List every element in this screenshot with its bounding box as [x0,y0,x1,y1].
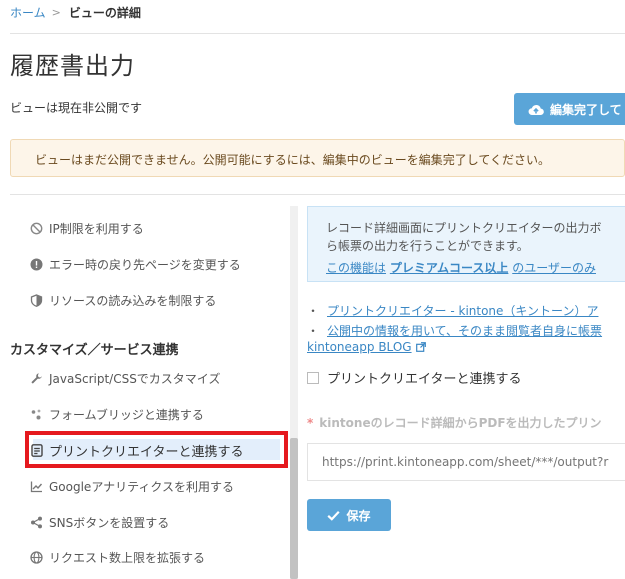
sidebar-item-label: IP制限を利用する [49,221,144,236]
sidebar-item-google-analytics[interactable]: Googleアナリティクスを利用する [30,476,234,496]
sidebar-item-label: プリントクリエイターと連携する [49,444,244,460]
bullet: ・ [307,303,320,318]
check-icon [327,510,341,521]
info-line-1: レコード詳細画面にプリントクリエイターの出力ボ [326,221,602,235]
breadcrumb: ホーム > ビューの詳細 [10,4,141,21]
section-divider [10,194,625,195]
feature-info-box: レコード詳細画面にプリントクリエイターの出力ボ ら帳票の出力を行うことができます… [307,206,625,282]
premium-course-link[interactable]: プレミアムコース以上 [390,261,509,275]
sidebar-item-resource-limit[interactable]: リソースの読み込みを制限する [30,290,216,310]
breadcrumb-home-link[interactable]: ホーム [10,4,46,21]
globe-icon [30,550,43,564]
document-icon [30,443,43,457]
sidebar-item-label: リクエスト数上限を拡張する [49,550,206,565]
kintoneapp-blog-link[interactable]: kintoneapp BLOG [307,340,426,354]
sidebar-item-sns-buttons[interactable]: SNSボタンを設置する [30,512,169,532]
bridge-icon [30,408,43,421]
finish-edit-button[interactable]: 編集完了して [514,93,625,125]
alert-circle-icon [30,258,43,271]
save-label: 保存 [346,508,371,523]
sidebar-item-form-bridge[interactable]: フォームブリッジと連携する [30,404,204,424]
premium-prefix[interactable]: この機能は [326,261,386,275]
shield-icon [30,293,43,307]
print-creator-checkbox-row[interactable]: プリントクリエイターと連携する [307,368,521,387]
blog-link-label: kintoneapp BLOG [307,340,412,354]
pdf-url-label-text: kintoneのレコード詳細からPDFを出力したプリン [319,416,602,430]
public-info-link[interactable]: 公開中の情報を用いて、そのまま閲覧者自身に帳票 [327,322,602,339]
required-mark: * [307,416,314,430]
related-link-row: ・ 公開中の情報を用いて、そのまま閲覧者自身に帳票 [307,320,625,340]
alert-text: ビューはまだ公開できません。公開可能にするには、編集中のビューを編集完了してくだ… [35,153,551,167]
premium-notice: この機能は プレミアムコース以上 のユーザーのみ [326,259,625,277]
pdf-url-input[interactable] [307,443,625,481]
sidebar-item-label: Googleアナリティクスを利用する [49,479,234,494]
wrench-icon [30,372,43,385]
settings-sidebar: IP制限を利用する エラー時の戻り先ページを変更する リソースの読み込みを制限す… [10,206,290,579]
sidebar-item-ip-restriction[interactable]: IP制限を利用する [30,218,144,238]
sidebar-item-error-page[interactable]: エラー時の戻り先ページを変更する [30,254,241,274]
top-divider [10,33,625,34]
share-icon [30,516,43,529]
sidebar-item-label: リソースの読み込みを制限する [49,293,217,308]
sidebar-scrollbar-thumb[interactable] [290,438,298,579]
page-title: 履歴書出力 [10,52,135,80]
related-links: ・ プリントクリエイター - kintone（キントーン）ア ・ 公開中の情報を… [307,300,625,355]
external-link-icon [415,342,426,352]
unpublished-alert: ビューはまだ公開できません。公開可能にするには、編集中のビューを編集完了してくだ… [10,139,625,177]
sidebar-item-print-creator[interactable]: プリントクリエイターと連携する [30,440,243,460]
cloud-upload-icon [528,104,544,115]
save-button[interactable]: 保存 [307,499,391,531]
checkbox-label: プリントクリエイターと連携する [327,372,522,387]
sidebar-item-request-limit[interactable]: リクエスト数上限を拡張する [30,547,205,567]
breadcrumb-separator: > [51,6,61,19]
publish-status: ビューは現在非公開です [10,101,143,115]
pdf-url-field-label: * kintoneのレコード詳細からPDFを出力したプリン [307,414,602,431]
finish-edit-label: 編集完了して [550,102,622,117]
print-creator-link[interactable]: プリントクリエイター - kintone（キントーン）ア [327,302,598,319]
ban-icon [30,222,43,235]
info-line-2: ら帳票の出力を行うことができます。 [326,239,529,253]
related-link-row: ・ プリントクリエイター - kintone（キントーン）ア [307,300,625,320]
sidebar-item-label: エラー時の戻り先ページを変更する [49,257,241,272]
premium-suffix[interactable]: のユーザーのみ [512,261,596,275]
print-creator-checkbox[interactable] [307,371,319,384]
sidebar-item-label: SNSボタンを設置する [49,515,170,530]
sidebar-item-label: JavaScript/CSSでカスタマイズ [49,371,221,386]
sidebar-item-label: フォームブリッジと連携する [49,407,204,422]
bullet: ・ [307,323,320,338]
sidebar-item-js-css[interactable]: JavaScript/CSSでカスタマイズ [30,368,220,388]
breadcrumb-current: ビューの詳細 [68,6,141,20]
section-heading-customize: カスタマイズ／サービス連携 [10,343,179,358]
chart-icon [30,480,43,493]
